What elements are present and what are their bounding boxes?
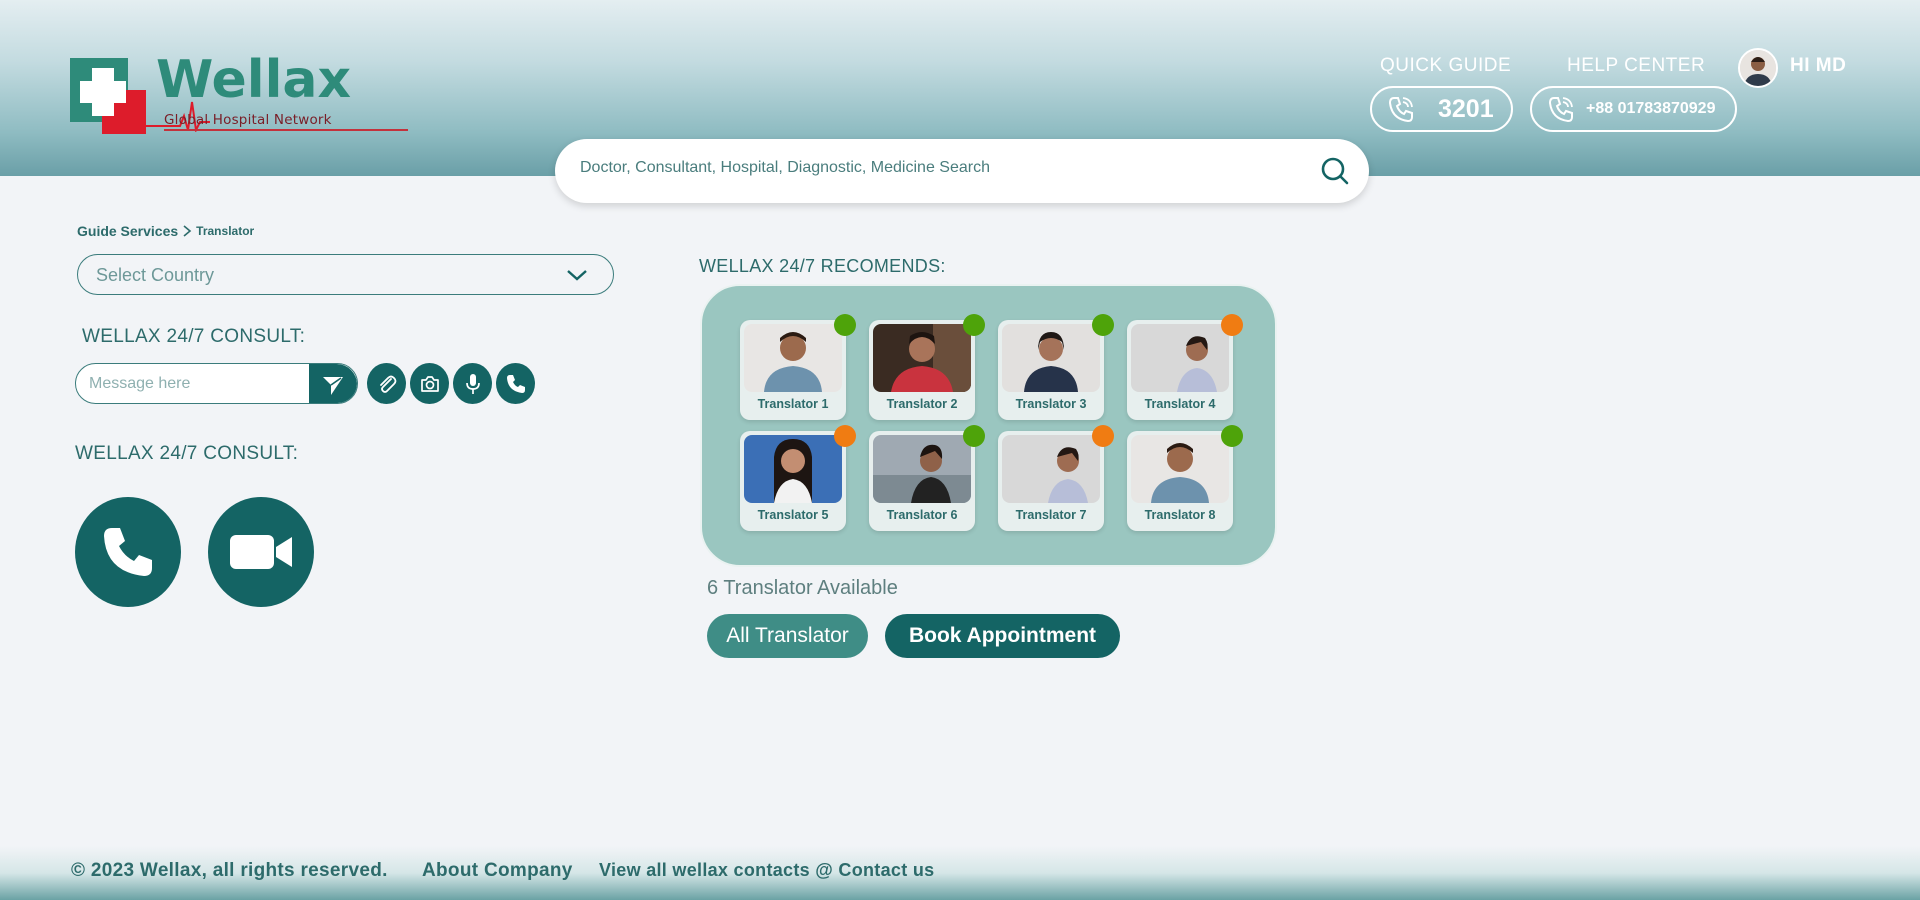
translator-photo (1131, 324, 1229, 392)
translator-card[interactable]: Translator 7 (998, 425, 1114, 531)
camera-icon (420, 375, 439, 392)
status-online-dot (963, 314, 985, 336)
translator-photo (744, 435, 842, 503)
send-icon (323, 376, 343, 395)
recommends-title: WELLAX 24/7 RECOMENDS: (699, 256, 946, 276)
translator-name: Translator 5 (757, 508, 829, 522)
video-call-button[interactable] (208, 497, 314, 607)
translator-photo (1002, 324, 1100, 392)
brand-underline (164, 129, 408, 131)
translator-name: Translator 8 (1144, 508, 1216, 522)
translator-card[interactable]: Translator 2 (869, 314, 985, 420)
footer: © 2023 Wellax, all rights reserved. Abou… (0, 846, 1920, 900)
help-center-button[interactable]: +88 01783870929 (1530, 86, 1737, 132)
translator-photo (873, 435, 971, 503)
mic-icon (465, 373, 480, 394)
book-appointment-button[interactable]: Book Appointment (885, 614, 1120, 658)
consult-chat-title: WELLAX 24/7 CONSULT: (82, 326, 306, 347)
translator-photo (1002, 435, 1100, 503)
search-bar (555, 139, 1369, 203)
translator-name: Translator 6 (886, 508, 958, 522)
user-avatar[interactable] (1738, 48, 1778, 88)
message-box (75, 363, 358, 404)
translator-name: Translator 3 (1015, 397, 1087, 411)
message-input[interactable] (89, 375, 309, 393)
status-online-dot (834, 314, 856, 336)
wellax-logo[interactable]: Wellax Global Hospital Network (70, 50, 408, 138)
all-translator-button[interactable]: All Translator (707, 614, 868, 658)
phone-icon (104, 528, 152, 576)
search-icon[interactable] (1319, 155, 1351, 187)
quick-guide-button[interactable]: 3201 (1370, 86, 1513, 132)
voice-call-button[interactable] (75, 497, 181, 607)
status-busy-dot (834, 425, 856, 447)
help-center-label: HELP CENTER (1567, 55, 1706, 76)
chevron-down-icon (567, 270, 587, 281)
video-icon (230, 535, 292, 569)
available-count: 6 Translator Available (707, 577, 898, 599)
contact-us-link[interactable]: View all wellax contacts @ Contact us (599, 860, 934, 881)
translator-photo (744, 324, 842, 392)
copyright-text: © 2023 Wellax, all rights reserved. (71, 860, 388, 881)
translator-name: Translator 2 (886, 397, 958, 411)
brand-tagline: Global Hospital Network (164, 112, 332, 128)
about-company-link[interactable]: About Company (422, 860, 573, 882)
chevron-right-icon (183, 225, 192, 237)
brand-name: Wellax (156, 50, 352, 110)
translator-card[interactable]: Translator 4 (1127, 314, 1243, 420)
translator-photo (873, 324, 971, 392)
translator-card[interactable]: Translator 6 (869, 425, 985, 531)
help-center-number: +88 01783870929 (1586, 100, 1716, 117)
translator-name: Translator 4 (1144, 397, 1216, 411)
translator-name: Translator 1 (757, 397, 829, 411)
attach-button[interactable] (367, 363, 406, 404)
consult-call-title: WELLAX 24/7 CONSULT: (75, 443, 299, 464)
phone-icon (1548, 97, 1573, 123)
translator-card[interactable]: Translator 8 (1127, 425, 1243, 531)
breadcrumb-parent[interactable]: Guide Services (77, 223, 178, 239)
paperclip-icon (379, 375, 396, 393)
breadcrumb-current: Translator (196, 224, 255, 238)
translator-card[interactable]: Translator 1 (740, 314, 856, 420)
call-button[interactable] (496, 363, 535, 404)
country-select-placeholder: Select Country (96, 265, 215, 285)
translator-photo (1131, 435, 1229, 503)
send-button[interactable] (309, 364, 357, 403)
logo-cross-white (80, 81, 126, 103)
quick-guide-label: QUICK GUIDE (1380, 55, 1512, 76)
quick-guide-number: 3201 (1438, 94, 1494, 123)
microphone-button[interactable] (453, 363, 492, 404)
breadcrumb: Guide Services Translator (77, 223, 254, 239)
translator-card[interactable]: Translator 5 (740, 425, 856, 531)
user-greeting[interactable]: HI MD (1790, 55, 1846, 77)
camera-button[interactable] (410, 363, 449, 404)
status-busy-dot (1221, 314, 1243, 336)
status-busy-dot (1092, 425, 1114, 447)
country-select[interactable]: Select Country (77, 254, 614, 295)
status-online-dot (1092, 314, 1114, 336)
translator-panel: Translator 1 Translator 2 Translator 3 T… (700, 284, 1277, 567)
avatar-icon (1740, 50, 1776, 86)
translator-card[interactable]: Translator 3 (998, 314, 1114, 420)
phone-icon (506, 374, 525, 393)
search-input[interactable] (580, 159, 1280, 177)
translator-name: Translator 7 (1015, 508, 1087, 522)
status-online-dot (1221, 425, 1243, 447)
phone-icon (1388, 97, 1413, 123)
status-online-dot (963, 425, 985, 447)
